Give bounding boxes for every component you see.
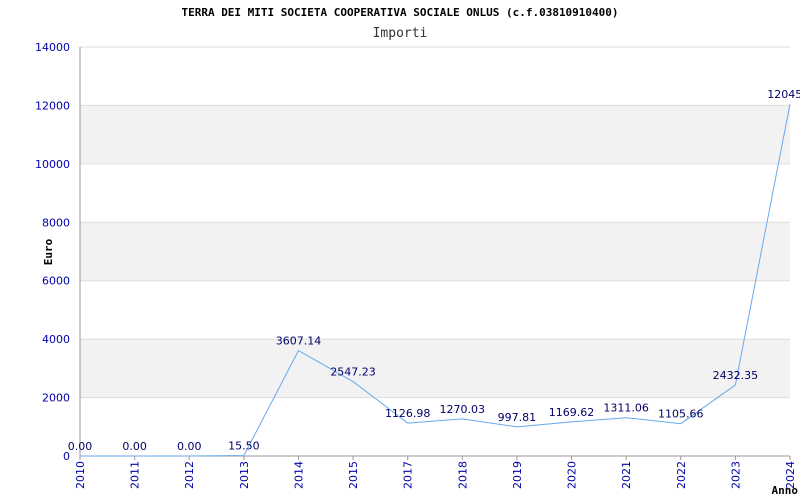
y-tick-label: 12000 <box>35 99 70 112</box>
x-tick-label: 2012 <box>183 461 196 489</box>
data-label: 0.00 <box>68 440 93 453</box>
x-tick-label: 2020 <box>566 461 579 489</box>
background-bands <box>80 105 790 398</box>
x-tick-label: 2022 <box>675 461 688 489</box>
x-tick-label: 2021 <box>620 461 633 489</box>
data-label: 2547.23 <box>330 366 376 379</box>
data-label: 15.50 <box>228 440 260 453</box>
line-chart: 02000400060008000100001200014000 2010 201… <box>35 41 800 497</box>
x-axis-ticks: 2010 2011 2012 2013 2014 2015 2017 2018 2019 2020… <box>74 461 797 489</box>
data-label: 1169.62 <box>549 406 595 419</box>
y-tick-label: 8000 <box>42 216 70 229</box>
x-tick-label: 2011 <box>129 461 142 489</box>
x-tick-label: 2014 <box>292 461 305 489</box>
data-label: 2432.35 <box>713 369 759 382</box>
x-axis-label: Anno <box>772 484 799 497</box>
x-tick-label: 2019 <box>511 461 524 489</box>
grid-band <box>80 222 790 281</box>
x-tick-label: 2023 <box>729 461 742 489</box>
data-label: 3607.14 <box>276 335 322 348</box>
grid-band <box>80 339 790 398</box>
data-label: 1126.98 <box>385 407 431 420</box>
y-tick-label: 6000 <box>42 275 70 288</box>
x-tick-label: 2010 <box>74 461 87 489</box>
data-label: 1105.66 <box>658 408 704 421</box>
grid-band <box>80 105 790 164</box>
y-tick-label: 2000 <box>42 392 70 405</box>
y-tick-label: 14000 <box>35 41 70 54</box>
data-label: 12045.1 <box>767 88 800 101</box>
y-tick-label: 10000 <box>35 158 70 171</box>
data-label: 997.81 <box>498 411 537 424</box>
x-tick-label: 2015 <box>347 461 360 489</box>
x-tick-label: 2018 <box>456 461 469 489</box>
x-tick-label: 2017 <box>402 461 415 489</box>
y-axis-label: Euro <box>42 238 55 265</box>
data-label: 0.00 <box>177 440 202 453</box>
data-label: 1311.06 <box>603 402 649 415</box>
data-label: 0.00 <box>122 440 147 453</box>
y-tick-label: 4000 <box>42 333 70 346</box>
x-tick-label: 2013 <box>238 461 251 489</box>
data-label: 1270.03 <box>440 403 486 416</box>
